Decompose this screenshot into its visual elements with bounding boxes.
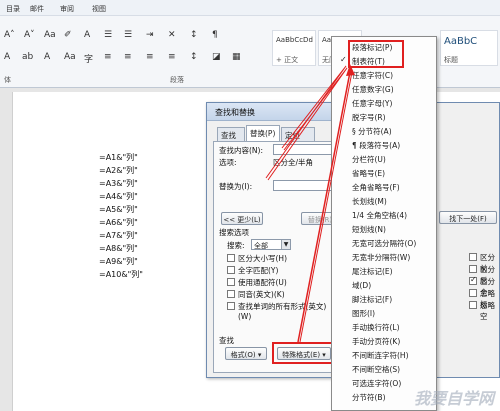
- watermark: 我要自学网: [413, 389, 494, 408]
- arrow-head: [346, 64, 355, 76]
- annotation-arrows: [265, 64, 355, 343]
- arrow-line: [297, 71, 351, 343]
- arrow-line: [299, 71, 353, 343]
- arrow-line: [267, 67, 348, 181]
